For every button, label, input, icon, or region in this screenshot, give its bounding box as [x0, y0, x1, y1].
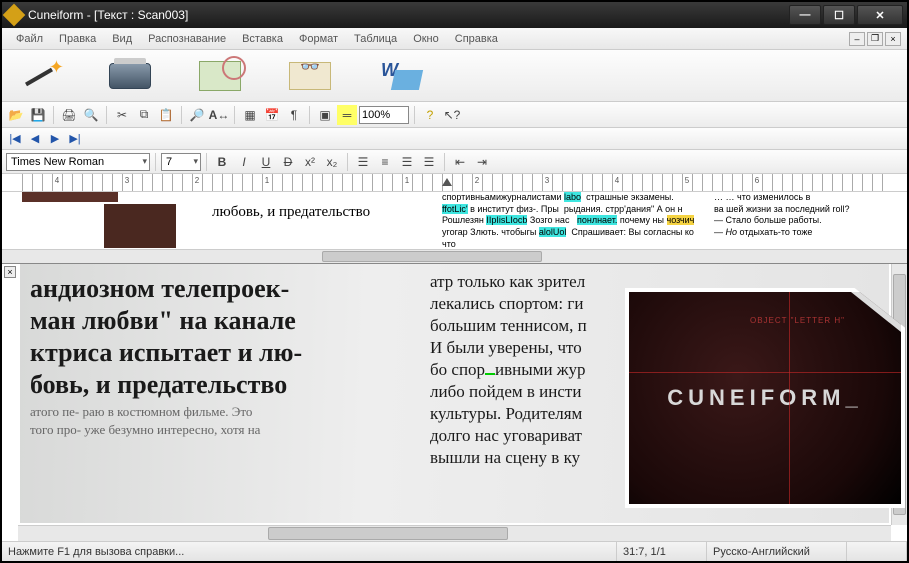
calendar-icon[interactable]: 📅 — [262, 105, 282, 125]
preview-icon[interactable]: 🔍 — [81, 105, 101, 125]
close-pane-button[interactable]: × — [4, 266, 16, 278]
app-icon — [3, 4, 26, 27]
image-pane-hscrollbar[interactable] — [18, 525, 891, 541]
recognize-button[interactable] — [280, 56, 340, 96]
menubar: Файл Правка Вид Распознавание Вставка Фо… — [2, 28, 907, 50]
strike-button[interactable]: D — [278, 152, 298, 172]
text-pane-hscrollbar[interactable] — [2, 249, 907, 263]
italic-button[interactable]: I — [234, 152, 254, 172]
menu-edit[interactable]: Правка — [51, 31, 104, 47]
nav-toolbar: |◀ ◀ ▶ ▶| — [2, 128, 907, 150]
recognized-text-col3[interactable]: … … что изменилось в ва шей жизни за пос… — [714, 192, 884, 239]
zoom-combo[interactable]: 100% — [359, 106, 409, 124]
recognized-text[interactable]: любовь, и предательство — [212, 204, 370, 221]
status-position: 31:7, 1/1 — [617, 542, 707, 561]
indent-button[interactable]: ⇥ — [472, 152, 492, 172]
last-page-button[interactable]: ▶| — [66, 131, 84, 147]
statusbar: Нажмите F1 для вызова справки... 31:7, 1… — [2, 541, 907, 561]
outdent-button[interactable]: ⇤ — [450, 152, 470, 172]
fit-icon[interactable]: ▣ — [315, 105, 335, 125]
cut-icon[interactable]: ✂ — [112, 105, 132, 125]
paste-icon[interactable]: 📋 — [156, 105, 176, 125]
help-icon[interactable]: ? — [420, 105, 440, 125]
image-fragment — [22, 192, 118, 202]
grid-icon[interactable]: ▦ — [240, 105, 260, 125]
export-word-button[interactable] — [370, 56, 430, 96]
superscript-button[interactable]: x² — [300, 152, 320, 172]
window-title: Cuneiform - [Текст : Scan003] — [28, 8, 787, 22]
titlebar: Cuneiform - [Текст : Scan003] — ☐ ✕ — [2, 2, 907, 28]
align-right-button[interactable]: ☰ — [397, 152, 417, 172]
align-left-button[interactable]: ☰ — [353, 152, 373, 172]
maximize-button[interactable]: ☐ — [823, 5, 855, 25]
menu-help[interactable]: Справка — [447, 31, 506, 47]
find-icon[interactable]: 🔎 — [187, 105, 207, 125]
underline-button[interactable]: U — [256, 152, 276, 172]
next-page-button[interactable]: ▶ — [46, 131, 64, 147]
first-page-button[interactable]: |◀ — [6, 131, 24, 147]
mdi-minimize-button[interactable]: – — [849, 32, 865, 46]
ocr-cursor-icon — [485, 373, 495, 375]
main-toolbar — [2, 50, 907, 102]
mdi-close-button[interactable]: × — [885, 32, 901, 46]
mdi-restore-button[interactable]: ❐ — [867, 32, 883, 46]
open-icon[interactable]: 📂 — [6, 105, 26, 125]
splash-overlay: OBJECT "LETTER H" CUNEIFORM_ — [625, 288, 905, 508]
context-help-icon[interactable]: ↖? — [442, 105, 462, 125]
format-toolbar: Times New Roman 7 B I U D x² x₂ ☰ ≡ ☰ ☰ … — [2, 150, 907, 174]
status-hint: Нажмите F1 для вызова справки... — [2, 542, 617, 561]
splash-subtitle: OBJECT "LETTER H" — [750, 316, 845, 325]
align-justify-button[interactable]: ☰ — [419, 152, 439, 172]
close-button[interactable]: ✕ — [857, 5, 903, 25]
menu-insert[interactable]: Вставка — [234, 31, 291, 47]
font-family-combo[interactable]: Times New Roman — [6, 153, 150, 171]
status-language: Русско-Английский — [707, 542, 847, 561]
font-size-combo[interactable]: 7 — [161, 153, 201, 171]
text-pane[interactable]: любовь, и предательство спортивньамижурн… — [2, 192, 907, 264]
menu-table[interactable]: Таблица — [346, 31, 405, 47]
standard-toolbar: 📂 💾 🖨 🔍 ✂ ⧉ 📋 🔎 A↔ ▦ 📅 ¶ ▣ ═ 100% ? ↖? — [2, 102, 907, 128]
image-fragment — [104, 204, 176, 248]
save-icon[interactable]: 💾 — [28, 105, 48, 125]
highlight-icon[interactable]: ═ — [337, 105, 357, 125]
print-icon[interactable]: 🖨 — [59, 105, 79, 125]
subscript-button[interactable]: x₂ — [322, 152, 342, 172]
minimize-button[interactable]: — — [789, 5, 821, 25]
para-marks-icon[interactable]: ¶ — [284, 105, 304, 125]
menu-view[interactable]: Вид — [104, 31, 140, 47]
prev-page-button[interactable]: ◀ — [26, 131, 44, 147]
splash-title: CUNEIFORM_ — [667, 385, 862, 411]
recognized-text-col2[interactable]: спортивньамижурналистами labo страшные э… — [442, 192, 702, 250]
replace-icon[interactable]: A↔ — [209, 105, 229, 125]
menu-format[interactable]: Формат — [291, 31, 346, 47]
scan-button[interactable] — [100, 56, 160, 96]
indent-marker-icon[interactable] — [442, 178, 452, 186]
menu-file[interactable]: Файл — [8, 31, 51, 47]
status-extra — [847, 542, 907, 561]
copy-icon[interactable]: ⧉ — [134, 105, 154, 125]
menu-window[interactable]: Окно — [405, 31, 447, 47]
align-center-button[interactable]: ≡ — [375, 152, 395, 172]
layout-button[interactable] — [190, 56, 250, 96]
horizontal-ruler[interactable]: 4 3 2 1 1 2 3 4 5 6 — [2, 174, 907, 192]
wizard-button[interactable] — [10, 56, 70, 96]
bold-button[interactable]: B — [212, 152, 232, 172]
menu-recognition[interactable]: Распознавание — [140, 31, 234, 47]
